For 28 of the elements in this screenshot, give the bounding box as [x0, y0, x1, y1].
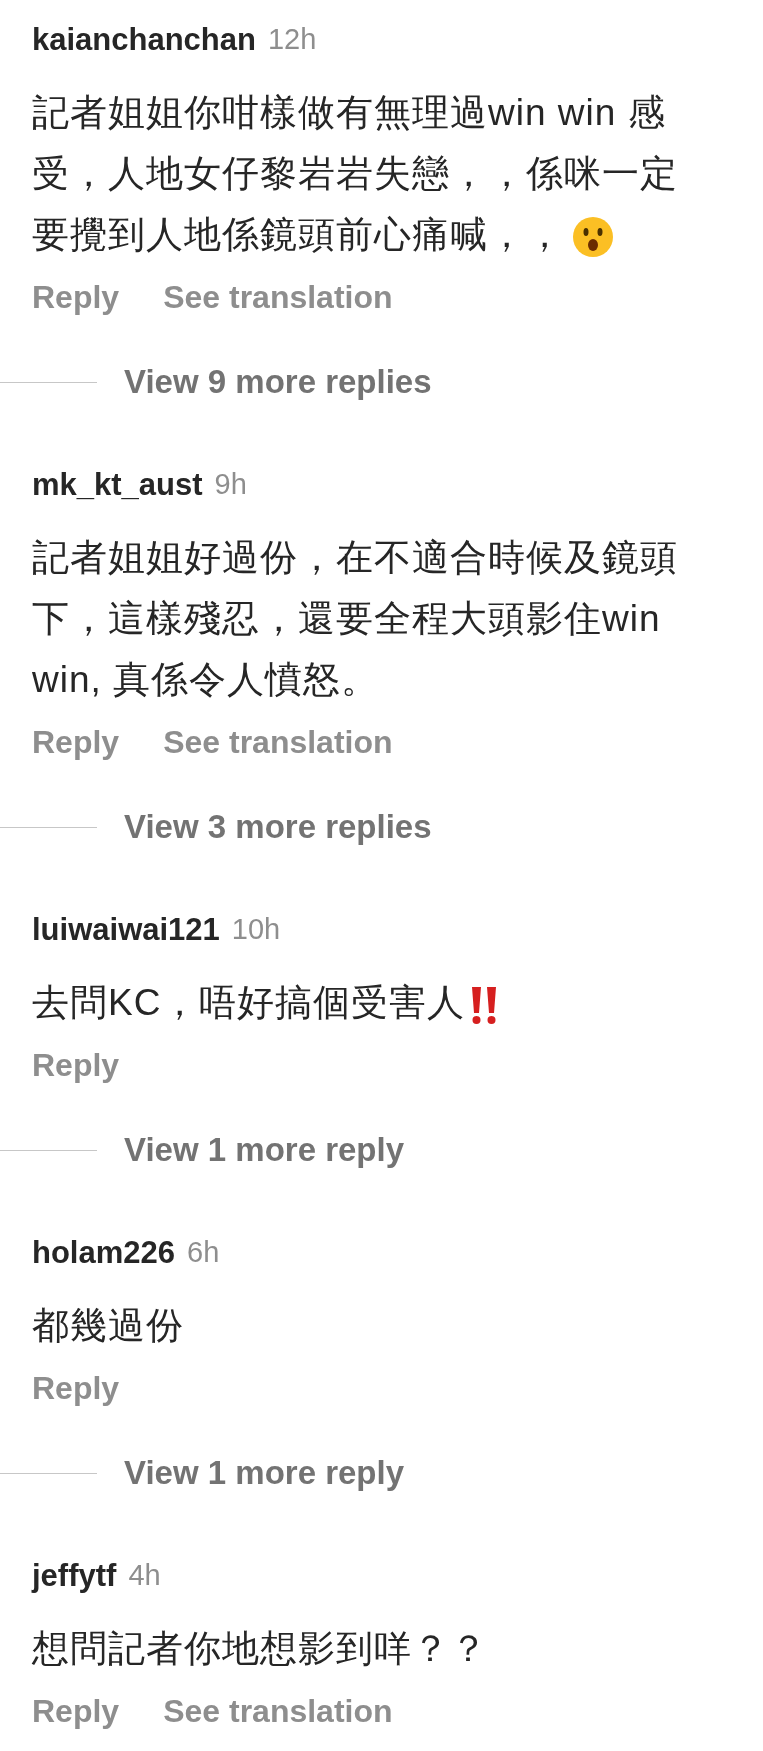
comment-text: 記者姐姐好過份，在不適合時候及鏡頭 下，這樣殘忍，還要全程大頭影住win win, 真係令人憤怒。 — [31, 536, 679, 702]
reply-link[interactable]: Reply — [32, 273, 120, 321]
comment-time: 12h — [268, 22, 317, 58]
view-replies-link[interactable]: View 3 more replies — [124, 802, 432, 852]
comment-time: 6h — [187, 1235, 220, 1271]
comment-text: 都幾過份 — [31, 1304, 185, 1348]
username[interactable]: holam226 — [32, 1229, 175, 1277]
comment-time: 4h — [128, 1558, 161, 1594]
username[interactable]: jeffytf — [32, 1552, 117, 1600]
comment-time: 9h — [214, 467, 247, 503]
surprised-emoji-icon — [572, 216, 614, 259]
comment-text: 去問KC，唔好搞個受害人 — [0, 972, 763, 1033]
reply-link[interactable]: Reply — [32, 1364, 120, 1412]
view-replies-link[interactable]: View 9 more replies — [124, 357, 432, 407]
view-replies-link[interactable]: View 1 more reply — [124, 1125, 405, 1175]
reply-link[interactable]: Reply — [32, 718, 120, 766]
comment-time: 10h — [231, 912, 281, 948]
see-translation-link[interactable]: See translation — [163, 1687, 393, 1735]
view-replies-link[interactable]: View 1 more reply — [124, 1448, 405, 1498]
reply-link[interactable]: Reply — [32, 1041, 120, 1089]
see-translation-link[interactable]: See translation — [163, 718, 393, 766]
username[interactable]: luiwaiwai121 — [32, 906, 220, 954]
comment-text: 想問記者你地想影到咩？？ — [31, 1627, 489, 1671]
see-translation-link[interactable]: See translation — [163, 273, 393, 321]
reply-link[interactable]: Reply — [32, 1687, 120, 1735]
comment-text: 記者姐姐你咁樣做有無理過win win 感 受，人地女仔黎岩岩失戀，，係咪一定 要攪到人地係鏡頭前心痛喊，， — [0, 82, 763, 265]
username[interactable]: kaianchanchan — [32, 16, 256, 64]
username[interactable]: mk_kt_aust — [32, 461, 203, 509]
